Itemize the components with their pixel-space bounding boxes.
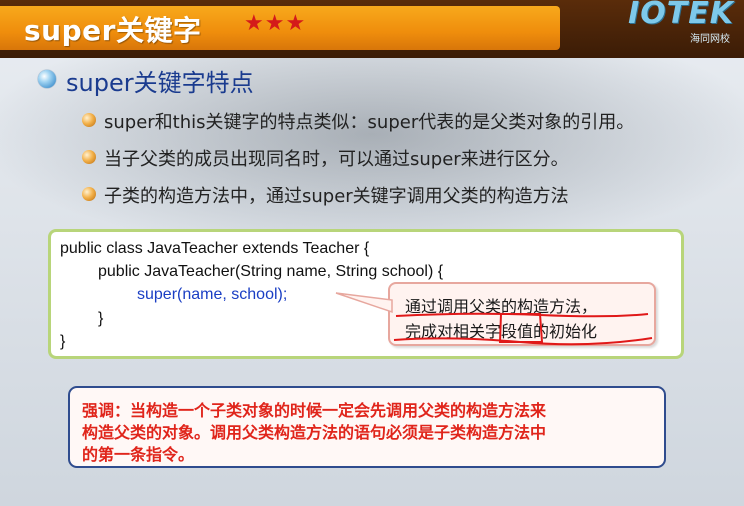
note-line-2: 构造父类的对象。调用父类构造方法的语句必须是子类构造方法中: [82, 423, 547, 442]
note-line-3: 的第一条指令。: [82, 445, 195, 464]
note-line-1: 强调：当构造一个子类对象的时候一定会先调用父类的构造方法来: [82, 401, 547, 420]
red-box-mark: [498, 313, 544, 343]
callout-pointer: [335, 292, 393, 314]
